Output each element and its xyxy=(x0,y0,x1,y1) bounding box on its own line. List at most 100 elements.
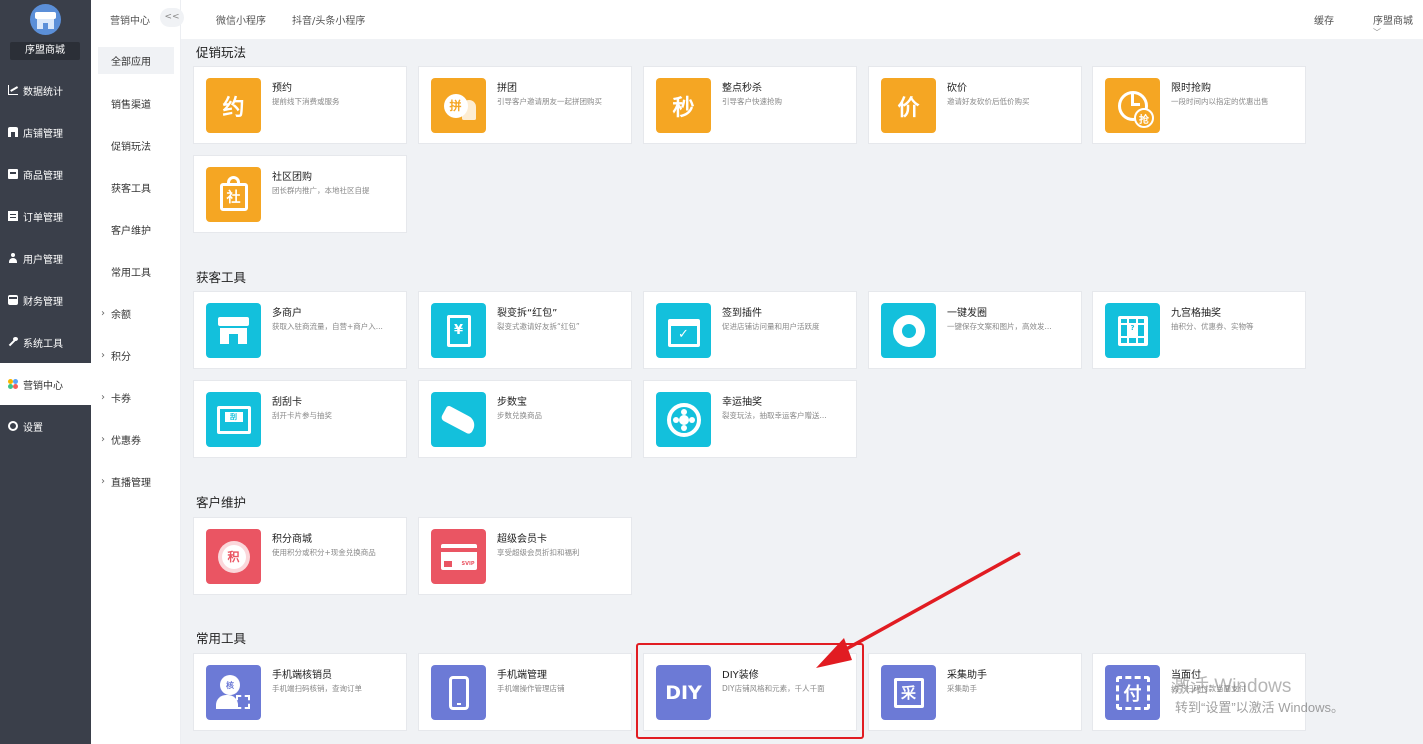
card-title: 签到插件 xyxy=(722,308,762,319)
card-title: 幸运抽奖 xyxy=(722,397,762,408)
order-icon xyxy=(8,211,18,221)
sidebar-item-marketing[interactable]: 营销中心 xyxy=(0,363,91,405)
sidebar-item-finance[interactable]: 财务管理 xyxy=(0,279,91,321)
bargain-icon: 价 xyxy=(881,78,936,133)
sidebar-item-label: 设置 xyxy=(23,422,43,434)
app-card-red-packet[interactable]: ¥ 裂变拆“红包” 裂变式邀请好友拆“红包” xyxy=(418,291,632,369)
app-card-nine-grid-lottery[interactable]: ? 九宫格抽奖 抽积分、优惠券、实物等 xyxy=(1092,291,1306,369)
grid-icon: ? xyxy=(1105,303,1160,358)
chevron-right-icon: › xyxy=(101,349,105,361)
app-card-one-click-share[interactable]: 一键发圈 一键保存文案和图片，高效发... xyxy=(868,291,1082,369)
section-title-tools: 常用工具 xyxy=(196,631,247,646)
sidebar-item-goods[interactable]: 商品管理 xyxy=(0,153,91,195)
shop-name[interactable]: 序盟商城 xyxy=(10,42,80,60)
app-card-mobile-verifier[interactable]: 核 手机端核销员 手机端扫码核销，查询订单 xyxy=(193,653,407,731)
sidebar-item-shop[interactable]: 店铺管理 xyxy=(0,111,91,153)
sub-sidebar: 营销中心 << 全部应用 销售渠道 促销玩法 获客工具 客户维护 常用工具 › 余… xyxy=(91,0,184,744)
sidebar-item-users[interactable]: 用户管理 xyxy=(0,237,91,279)
settings-icon xyxy=(8,421,18,431)
collapse-button[interactable]: << xyxy=(160,8,184,27)
app-card-step-treasure[interactable]: 步数宝 步数兑换商品 xyxy=(418,380,632,458)
user-name: 序盟商城 xyxy=(1373,16,1413,27)
card-title: 手机端核销员 xyxy=(272,670,332,681)
subnav-item-acquire[interactable]: 获客工具 xyxy=(98,166,174,208)
points-coin-icon: 积 xyxy=(206,529,261,584)
app-card-points-mall[interactable]: 积 积分商城 使用积分或积分+现金兑换商品 xyxy=(193,517,407,595)
card-desc: 手机端操作管理店铺 xyxy=(497,684,565,693)
cache-button[interactable]: 缓存 xyxy=(1314,12,1334,27)
group-buy-icon: 拼 xyxy=(431,78,486,133)
app-card-flash-sale[interactable]: 秒 整点秒杀 引导客户快速抢购 xyxy=(643,66,857,144)
reservation-icon: 约 xyxy=(206,78,261,133)
mobile-phone-icon xyxy=(431,665,486,720)
sidebar-item-label: 营销中心 xyxy=(23,380,63,392)
subnav-item-coupons-card[interactable]: › 卡券 xyxy=(98,376,174,418)
shopping-bag-icon: 社 xyxy=(206,167,261,222)
app-card-check-in[interactable]: ✓ 签到插件 促进店铺访问量和用户活跃度 xyxy=(643,291,857,369)
subnav-item-label: 积分 xyxy=(111,351,131,363)
shop-icon xyxy=(8,127,18,137)
subnav-item-points[interactable]: › 积分 xyxy=(98,334,174,376)
tab-douyin-miniprogram[interactable]: 抖音/头条小程序 xyxy=(292,12,365,27)
subnav-item-tools[interactable]: 常用工具 xyxy=(98,250,174,292)
subnav-item-sales-channel[interactable]: 销售渠道 xyxy=(98,82,174,124)
sidebar-item-label: 订单管理 xyxy=(23,212,63,224)
subnav-item-label: 优惠券 xyxy=(111,435,141,447)
sidebar-item-label: 财务管理 xyxy=(23,296,63,308)
card-desc: 使用积分或积分+现金兑换商品 xyxy=(272,548,376,557)
card-title: 裂变拆“红包” xyxy=(497,308,558,319)
card-title: 刮刮卡 xyxy=(272,397,302,408)
app-card-reservation[interactable]: 约 预约 提前线下消费或服务 xyxy=(193,66,407,144)
subnav-item-live[interactable]: › 直播管理 xyxy=(98,460,174,502)
tab-wechat-miniprogram[interactable]: 微信小程序 xyxy=(216,12,266,27)
user-menu[interactable]: 序盟商城 ﹀ xyxy=(1373,12,1423,38)
sidebar-item-statistics[interactable]: 数据统计 xyxy=(0,69,91,111)
marketing-icon xyxy=(8,379,18,389)
card-title: 社区团购 xyxy=(272,172,312,183)
aperture-icon xyxy=(881,303,936,358)
windows-activation-title: 激活 Windows xyxy=(1171,676,1292,697)
subnav-item-balance[interactable]: › 余额 xyxy=(98,292,174,334)
card-title: 步数宝 xyxy=(497,397,527,408)
card-title: 手机端管理 xyxy=(497,670,547,681)
sidebar-item-system-tools[interactable]: 系统工具 xyxy=(0,321,91,363)
app-card-bargain[interactable]: 价 砍价 邀请好友砍价后低价购买 xyxy=(868,66,1082,144)
wheel-icon xyxy=(656,392,711,447)
shop-logo[interactable] xyxy=(30,4,61,35)
sidebar-item-settings[interactable]: 设置 xyxy=(0,405,91,447)
subnav-item-retain[interactable]: 客户维护 xyxy=(98,208,174,250)
card-desc: 刮开卡片参与抽奖 xyxy=(272,411,332,420)
app-card-community-buy[interactable]: 社 社区团购 团长群内推广，本地社区自提 xyxy=(193,155,407,233)
card-desc: 采集助手 xyxy=(947,684,977,693)
card-title: 九宫格抽奖 xyxy=(1171,308,1221,319)
chevron-down-icon: ﹀ xyxy=(1373,28,1381,37)
finance-icon xyxy=(8,295,18,305)
scan-pay-icon: 付 xyxy=(1105,665,1160,720)
card-title: 多商户 xyxy=(272,308,302,319)
subnav-item-coupon[interactable]: › 优惠券 xyxy=(98,418,174,460)
card-title: 积分商城 xyxy=(272,534,312,545)
app-card-group-buy[interactable]: 拼 拼团 引导客户邀请朋友一起拼团购买 xyxy=(418,66,632,144)
subnav-item-label: 余额 xyxy=(111,309,131,321)
app-card-scratch-card[interactable]: 刮 刮刮卡 刮开卡片参与抽奖 xyxy=(193,380,407,458)
main-nav: 数据统计 店铺管理 商品管理 订单管理 用户管理 财务管理 系统工具 营销中心 … xyxy=(0,69,91,447)
subnav-item-promo[interactable]: 促销玩法 xyxy=(98,124,174,166)
wrench-icon xyxy=(8,337,18,347)
app-card-lucky-draw[interactable]: 幸运抽奖 裂变玩法，抽取幸运客户赠送... xyxy=(643,380,857,458)
card-desc: 提前线下消费或服务 xyxy=(272,97,340,106)
scratch-card-icon: 刮 xyxy=(206,392,261,447)
subnav-item-all-apps[interactable]: 全部应用 xyxy=(98,47,174,74)
app-card-multi-merchant[interactable]: 多商户 获取入驻商流量，自营+商户入... xyxy=(193,291,407,369)
sidebar-item-label: 系统工具 xyxy=(23,338,63,350)
sidebar-item-orders[interactable]: 订单管理 xyxy=(0,195,91,237)
card-title: 拼团 xyxy=(497,83,517,94)
app-card-limited-sale[interactable]: 抢 限时抢购 一段时间内以指定的优惠出售 xyxy=(1092,66,1306,144)
card-title: 砍价 xyxy=(947,83,967,94)
chevron-right-icon: › xyxy=(101,307,105,319)
subnav-list: 全部应用 销售渠道 促销玩法 获客工具 客户维护 常用工具 › 余额 › 积分 › 卡… xyxy=(98,40,174,502)
card-desc: 抽积分、优惠券、实物等 xyxy=(1171,322,1254,331)
app-card-super-vip[interactable]: SVIP 超级会员卡 享受超级会员折扣和福利 xyxy=(418,517,632,595)
app-card-mobile-manage[interactable]: 手机端管理 手机端操作管理店铺 xyxy=(418,653,632,731)
annotation-arrow-icon xyxy=(816,551,1021,668)
card-desc: 享受超级会员折扣和福利 xyxy=(497,548,580,557)
